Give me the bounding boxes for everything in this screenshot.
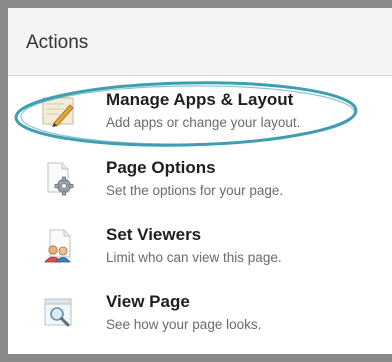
page-preview-icon bbox=[44, 298, 72, 327]
layout-edit-icon bbox=[42, 97, 74, 127]
page-viewers-icon bbox=[44, 229, 71, 263]
panel-title: Actions bbox=[26, 32, 89, 53]
action-label: Set Viewers bbox=[106, 225, 202, 244]
action-label: Page Options bbox=[106, 158, 216, 177]
action-description: Limit who can view this page. bbox=[106, 250, 282, 265]
actions-header: Actions bbox=[8, 8, 392, 76]
action-manage-apps-layout[interactable]: Manage Apps & Layout Add apps or change … bbox=[8, 80, 392, 146]
page-settings-icon bbox=[47, 162, 74, 196]
action-view-page[interactable]: View Page See how your page looks. bbox=[8, 282, 392, 348]
action-description: Set the options for your page. bbox=[106, 183, 284, 198]
action-description: Add apps or change your layout. bbox=[106, 115, 301, 130]
action-label: Manage Apps & Layout bbox=[106, 90, 294, 109]
action-set-viewers[interactable]: Set Viewers Limit who can view this page… bbox=[8, 215, 392, 281]
action-description: See how your page looks. bbox=[106, 317, 262, 332]
action-page-options[interactable]: Page Options Set the options for your pa… bbox=[8, 148, 392, 214]
action-label: View Page bbox=[106, 292, 190, 311]
